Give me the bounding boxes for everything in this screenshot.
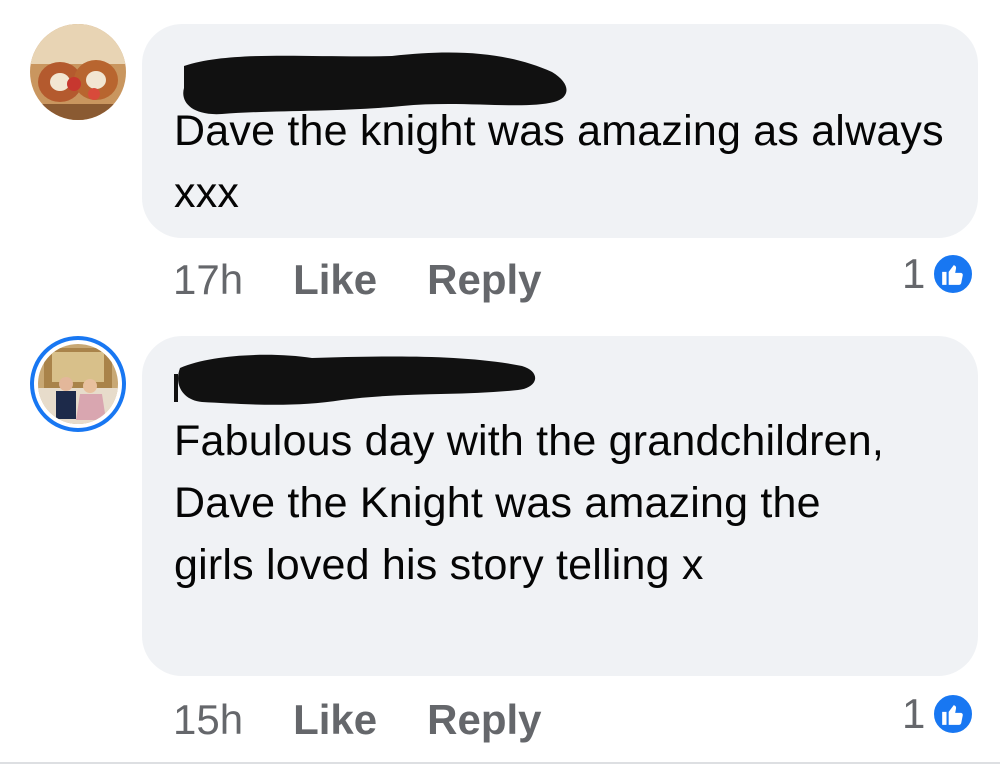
- like-button[interactable]: Like: [293, 696, 377, 744]
- avatar-with-story-ring[interactable]: [30, 336, 126, 432]
- thumbs-up-icon: [931, 252, 976, 296]
- user-avatar-icon: [30, 24, 126, 120]
- reply-button[interactable]: Reply: [427, 696, 541, 744]
- comment-text: Fabulous day with the grandchildren, Dav…: [174, 417, 884, 589]
- comment-timestamp[interactable]: 17h: [173, 256, 243, 304]
- comment-timestamp[interactable]: 15h: [173, 696, 243, 744]
- comment-bubble: Fabulous day with the grandchildren, Dav…: [142, 336, 978, 676]
- reply-button[interactable]: Reply: [427, 256, 541, 304]
- comment-actions: 17h Like Reply: [173, 256, 592, 304]
- comment-bubble: Dave the knight was amazing as always xx…: [142, 24, 978, 238]
- comment-text: Dave the knight was amazing as always xx…: [174, 107, 944, 217]
- reaction-count: 1: [902, 250, 926, 297]
- comment-actions: 15h Like Reply: [173, 696, 592, 744]
- reaction-summary[interactable]: 1: [902, 690, 976, 738]
- redacted-author-name: [174, 354, 536, 405]
- reaction-summary[interactable]: 1: [902, 250, 976, 298]
- thumbs-up-icon: [931, 692, 976, 736]
- divider: [0, 762, 1000, 764]
- user-avatar-icon: [38, 344, 118, 424]
- avatar[interactable]: [30, 24, 126, 120]
- like-button[interactable]: Like: [293, 256, 377, 304]
- reaction-count: 1: [902, 690, 926, 737]
